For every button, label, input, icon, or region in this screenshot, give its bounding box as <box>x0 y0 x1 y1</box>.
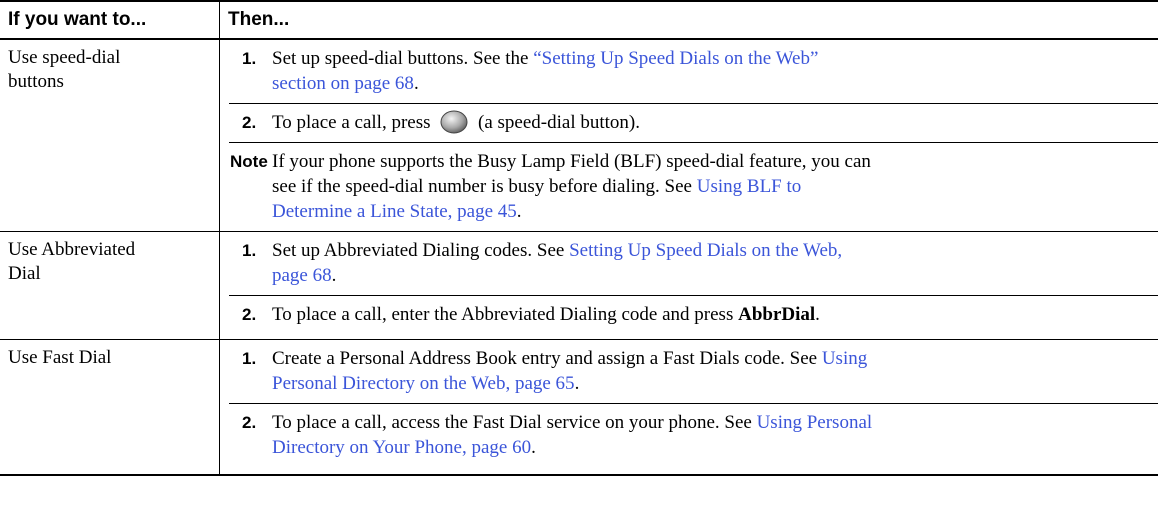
step-number: 1. <box>242 49 257 68</box>
table-row: Use Abbreviated Dial 1. Set up Abbreviat… <box>0 231 1158 340</box>
step: 1. Create a Personal Address Book entry … <box>229 340 1158 404</box>
link-personal-directory-web-page-65[interactable]: Personal Directory on the Web, page 65 <box>272 373 575 394</box>
link-directory-phone-page-60[interactable]: Directory on Your Phone, page 60 <box>272 437 531 458</box>
step: 2. To place a call, access the Fast Dial… <box>242 412 873 458</box>
softkey-abbrdial: AbbrDial <box>738 304 816 325</box>
step-number: 2. <box>242 113 257 132</box>
link-setting-up-speed-dials[interactable]: Setting Up Speed Dials on the Web, <box>569 240 842 261</box>
row-steps: 1. Set up Abbreviated Dialing codes. See… <box>220 232 1158 340</box>
note-label: Note <box>230 152 268 171</box>
speed-dial-table: If you want to... Then... Use speed-dial… <box>0 0 1158 476</box>
step: 2. To place a call, press (a speed-dial … <box>229 104 1158 143</box>
step-number: 1. <box>242 349 257 368</box>
header-then: Then... <box>228 9 290 30</box>
table-row: Use Fast Dial 1. Create a Personal Addre… <box>0 339 1158 476</box>
note: Note If your phone supports the Busy Lam… <box>230 151 871 222</box>
link-section-page-68[interactable]: section on page 68 <box>272 73 414 94</box>
step-number: 2. <box>242 305 257 324</box>
link-determine-line-state[interactable]: Determine a Line State, page 45 <box>272 201 517 222</box>
link-using-personal-directory-phone[interactable]: Using Personal <box>757 412 873 433</box>
link-page-68[interactable]: page 68 <box>272 265 332 286</box>
table-row: Use speed-dial buttons 1. Set up speed-d… <box>0 39 1158 232</box>
row-label: Use Fast Dial <box>0 339 220 475</box>
row-label: Use Abbreviated Dial <box>0 231 220 340</box>
header-if-you-want-to: If you want to... <box>0 1 220 39</box>
step-number: 1. <box>242 241 257 260</box>
link-using-personal-directory-web[interactable]: Using <box>822 348 867 369</box>
row-steps: 1. Create a Personal Address Book entry … <box>220 340 1158 476</box>
row-label: Use speed-dial buttons <box>0 39 220 232</box>
table-header: If you want to... Then... <box>0 1 1158 39</box>
speed-dial-button-icon <box>440 110 468 134</box>
row-steps: 1. Set up speed-dial buttons. See the “S… <box>220 39 1158 232</box>
step: 2. To place a call, enter the Abbreviate… <box>242 304 820 325</box>
step-number: 2. <box>242 413 257 432</box>
link-setting-up-speed-dials[interactable]: “Setting Up Speed Dials on the Web” <box>533 48 818 69</box>
step: 1. Set up Abbreviated Dialing codes. See… <box>229 232 1158 296</box>
link-using-blf[interactable]: Using BLF to <box>697 176 802 197</box>
step: 1. Set up speed-dial buttons. See the “S… <box>229 40 1158 104</box>
